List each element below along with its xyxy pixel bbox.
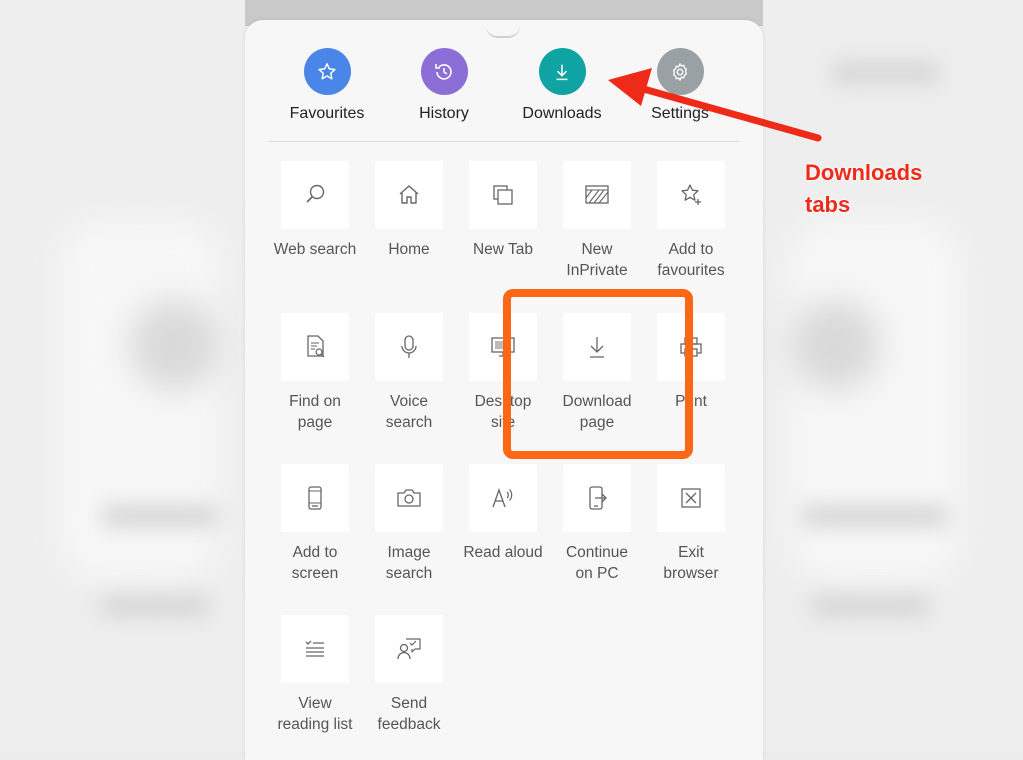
annotation-arrow-icon: [608, 68, 822, 142]
annotation-line-2: tabs: [805, 192, 851, 217]
annotation-line-1: Downloads: [805, 160, 923, 185]
annotation-text: Downloads tabs: [805, 157, 922, 221]
